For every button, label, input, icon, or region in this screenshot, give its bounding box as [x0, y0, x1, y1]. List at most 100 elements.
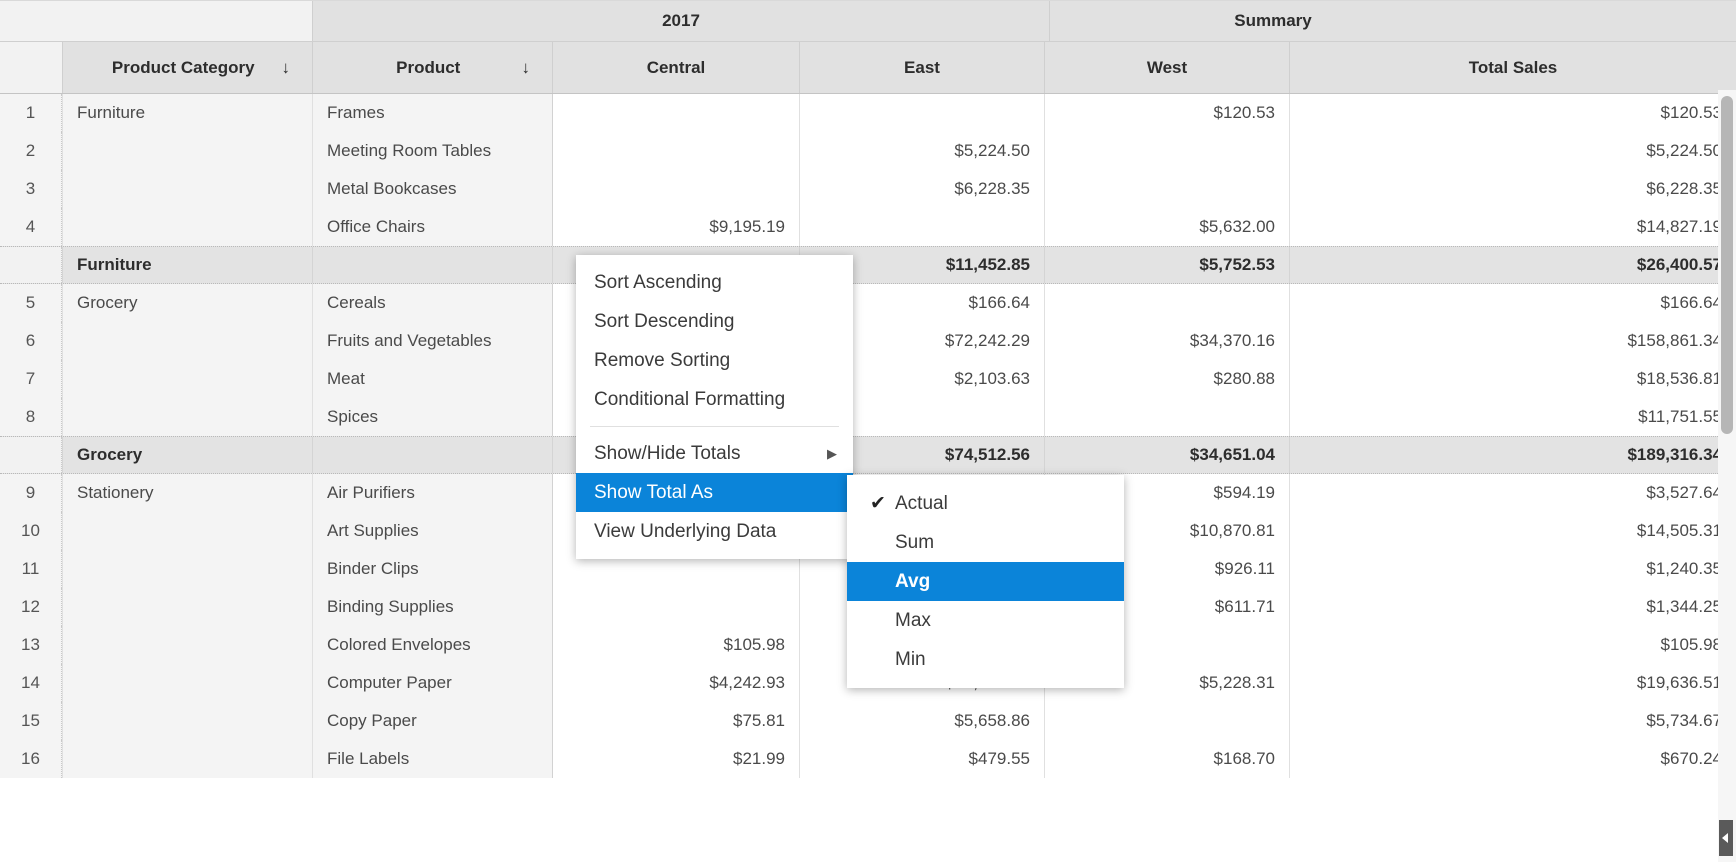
cell-central: $9,195.19 [552, 208, 799, 246]
cell-product: Meat [312, 360, 552, 398]
context-menu-item-sort-descending[interactable]: Sort Descending [576, 302, 853, 341]
cell-central: $4,242.93 [552, 664, 799, 702]
submenu-item-label: Avg [895, 571, 930, 593]
table-row[interactable]: 6 Fruits and Vegetables $72,242.29 $34,3… [0, 322, 1736, 360]
cell-total-sales: $1,344.25 [1289, 588, 1736, 626]
cell-total-sales: $3,527.64 [1289, 474, 1736, 512]
table-row[interactable]: 3 Metal Bookcases $6,228.35 $6,228.35 [0, 170, 1736, 208]
pivot-grid: 2017 Summary Product Category ↓ Product … [0, 0, 1736, 862]
subtotal-product-blank [312, 247, 552, 283]
cell-central [552, 132, 799, 170]
header-product-category-label: Product Category [63, 58, 282, 78]
cell-product: Art Supplies [312, 512, 552, 550]
submenu-item-avg[interactable]: Avg [847, 562, 1124, 601]
row-number: 15 [0, 702, 62, 740]
table-row[interactable]: 15 Copy Paper $75.81 $5,658.86 $5,734.67 [0, 702, 1736, 740]
row-number: 16 [0, 740, 62, 778]
header-total-sales[interactable]: Total Sales [1289, 42, 1736, 93]
cell-total-sales: $19,636.51 [1289, 664, 1736, 702]
cell-product-category [62, 550, 312, 588]
pivot-table-app: 2017 Summary Product Category ↓ Product … [0, 0, 1736, 862]
subtotal-label-grocery: Grocery [62, 437, 312, 473]
cell-product: Binder Clips [312, 550, 552, 588]
table-row[interactable]: 8 Spices $11,751.55 [0, 398, 1736, 436]
submenu-item-actual[interactable]: ✔ Actual [847, 484, 1124, 523]
cell-west [1044, 170, 1289, 208]
table-row[interactable]: 1 Furniture Frames $120.53 $120.53 [0, 94, 1736, 132]
cell-west: $34,370.16 [1044, 322, 1289, 360]
cell-product-category [62, 702, 312, 740]
cell-total-sales: $158,861.34 [1289, 322, 1736, 360]
submenu-item-sum[interactable]: Sum [847, 523, 1124, 562]
cell-product-category [62, 132, 312, 170]
row-number: 8 [0, 398, 62, 436]
subtotal-row-furniture[interactable]: Furniture $11,452.85 $5,752.53 $26,400.5… [0, 246, 1736, 284]
header-central[interactable]: Central [552, 42, 799, 93]
cell-west: $168.70 [1044, 740, 1289, 778]
cell-central: $105.98 [552, 626, 799, 664]
header-east[interactable]: East [799, 42, 1044, 93]
header-group-row: 2017 Summary [0, 0, 1736, 42]
cell-west: $5,632.00 [1044, 208, 1289, 246]
row-number: 1 [0, 94, 62, 132]
cell-west: $120.53 [1044, 94, 1289, 132]
context-menu-item-remove-sorting[interactable]: Remove Sorting [576, 341, 853, 380]
context-menu-item-show-hide-totals[interactable]: Show/Hide Totals ▶ [576, 434, 853, 473]
row-number: 13 [0, 626, 62, 664]
table-row[interactable]: 4 Office Chairs $9,195.19 $5,632.00 $14,… [0, 208, 1736, 246]
table-row[interactable]: 7 Meat $2,103.63 $280.88 $18,536.81 [0, 360, 1736, 398]
cell-product: Colored Envelopes [312, 626, 552, 664]
cell-east [799, 208, 1044, 246]
submenu-item-label: Min [895, 649, 926, 671]
header-product-category[interactable]: Product Category ↓ [62, 42, 312, 93]
row-number: 9 [0, 474, 62, 512]
cell-product: Metal Bookcases [312, 170, 552, 208]
context-menu-item-sort-ascending[interactable]: Sort Ascending [576, 263, 853, 302]
subtotal-label-furniture: Furniture [62, 247, 312, 283]
header-columns-row: Product Category ↓ Product ↓ Central Eas… [0, 42, 1736, 94]
header-product[interactable]: Product ↓ [312, 42, 552, 93]
subtotal-row-grocery[interactable]: Grocery $74,512.56 $34,651.04 $189,316.3… [0, 436, 1736, 474]
subtotal-total-sales: $26,400.57 [1289, 247, 1736, 283]
row-number: 6 [0, 322, 62, 360]
row-number: 7 [0, 360, 62, 398]
submenu-item-label: Sum [895, 532, 934, 554]
cell-east [799, 94, 1044, 132]
context-menu-item-conditional-formatting[interactable]: Conditional Formatting [576, 380, 853, 419]
check-icon: ✔ [861, 492, 895, 515]
vertical-scrollbar-thumb[interactable] [1721, 96, 1733, 434]
context-menu-item-view-underlying-data[interactable]: View Underlying Data [576, 512, 853, 551]
cell-product: Binding Supplies [312, 588, 552, 626]
header-group-blank-category [62, 0, 312, 41]
row-number [0, 437, 62, 473]
cell-total-sales: $5,224.50 [1289, 132, 1736, 170]
subtotal-west: $5,752.53 [1044, 247, 1289, 283]
context-menu-item-label: Sort Ascending [594, 272, 722, 294]
cell-total-sales: $11,751.55 [1289, 398, 1736, 436]
cell-product-category: Stationery [62, 474, 312, 512]
submenu-item-min[interactable]: Min [847, 640, 1124, 679]
row-number: 5 [0, 284, 62, 322]
subtotal-total-sales: $189,316.34 [1289, 437, 1736, 473]
submenu-item-max[interactable]: Max [847, 601, 1124, 640]
cell-product-category [62, 626, 312, 664]
column-context-menu: Sort Ascending Sort Descending Remove So… [576, 255, 853, 559]
header-west[interactable]: West [1044, 42, 1289, 93]
cell-total-sales: $5,734.67 [1289, 702, 1736, 740]
cell-product-category [62, 398, 312, 436]
cell-total-sales: $120.53 [1289, 94, 1736, 132]
subtotal-product-blank [312, 437, 552, 473]
sort-descending-arrow-icon[interactable]: ↓ [522, 59, 531, 76]
horizontal-scroll-left-button[interactable] [1719, 820, 1733, 856]
table-row[interactable]: 5 Grocery Cereals $166.64 $166.64 [0, 284, 1736, 322]
row-number: 3 [0, 170, 62, 208]
context-menu-item-show-total-as[interactable]: Show Total As [576, 473, 853, 512]
row-number: 12 [0, 588, 62, 626]
sort-descending-arrow-icon[interactable]: ↓ [282, 59, 291, 76]
table-row[interactable]: 2 Meeting Room Tables $5,224.50 $5,224.5… [0, 132, 1736, 170]
table-row[interactable]: 16 File Labels $21.99 $479.55 $168.70 $6… [0, 740, 1736, 778]
cell-east: $5,658.86 [799, 702, 1044, 740]
cell-product-category [62, 740, 312, 778]
cell-product-category [62, 588, 312, 626]
cell-central [552, 588, 799, 626]
